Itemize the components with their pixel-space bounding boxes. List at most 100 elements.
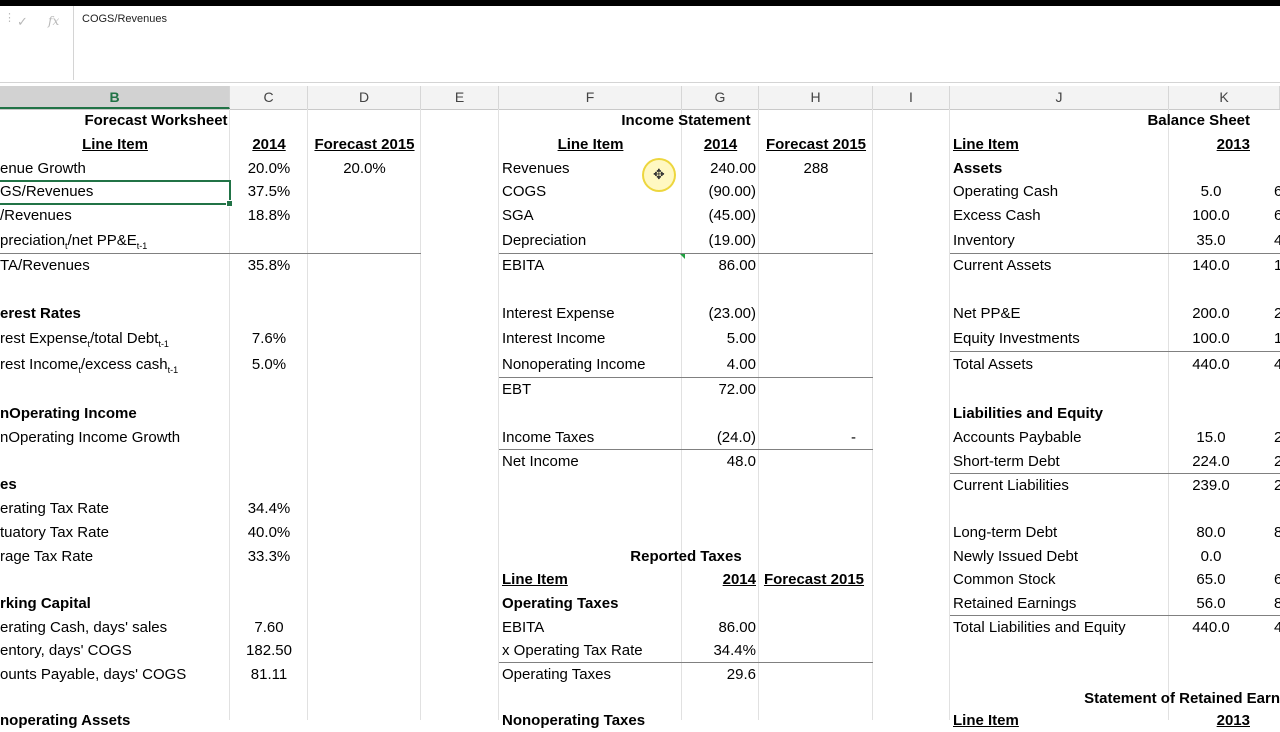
balance-common-stock-next: 6 [1274, 571, 1280, 588]
column-header-h[interactable]: H [759, 86, 873, 109]
balance-excess-cash-2013: 100.0 [1192, 207, 1230, 224]
balance-label-net-ppe: Net PP&E [953, 305, 1021, 322]
forecast-op-tax-rate-2014: 34.4% [247, 500, 291, 517]
forecast-inventory-days-2014: 182.50 [246, 642, 292, 659]
ii-sub-2: t-1 [167, 365, 179, 375]
balance-title: Balance Sheet [1147, 112, 1250, 129]
balance-hdr-line-item: Line Item [953, 136, 1019, 153]
balance-excess-cash-next: 6 [1274, 207, 1280, 224]
income-interest-income-2014: 5.00 [726, 330, 756, 347]
forecast-label-ap-days: ounts Payable, days' COGS [0, 666, 187, 683]
ii-text-a: rest Income [0, 356, 79, 373]
gridline [758, 109, 759, 720]
forecast-revenue-growth-2014: 20.0% [247, 160, 291, 177]
forecast-label-nonop-growth: nOperating Income Growth [0, 429, 181, 446]
balance-label-current-liabilities: Current Liabilities [953, 477, 1069, 494]
formula-input[interactable]: COGS/Revenues [73, 6, 1280, 80]
forecast-label-depreciation: preciationt/net PP&Et-1 [0, 229, 230, 252]
balance-label-newly-issued-debt: Newly Issued Debt [953, 548, 1079, 565]
column-header-e[interactable]: E [421, 86, 499, 109]
balance-label-common-stock: Common Stock [953, 571, 1056, 588]
insert-function-icon[interactable]: fx [48, 14, 59, 28]
dep-text-b: /net PP&E [67, 232, 137, 249]
reported-ebita-2014: 86.00 [718, 619, 756, 636]
income-interest-expense-2014: (23.00) [708, 305, 756, 322]
forecast-hdr-2015: Forecast 2015 [314, 136, 415, 153]
forecast-label-op-cash-days: erating Cash, days' sales [0, 619, 168, 636]
balance-long-term-debt-2013: 80.0 [1196, 524, 1226, 541]
income-depreciation-2014: (19.00) [708, 232, 756, 249]
forecast-average-tax-rate-2014: 33.3% [247, 548, 291, 565]
formula-bar-splitter[interactable]: ⋮ [4, 11, 15, 24]
reported-label-ebita: EBITA [502, 619, 545, 636]
balance-total-liabilities-equity-next: 4 [1274, 619, 1280, 636]
column-header-b[interactable]: B [0, 86, 230, 109]
forecast-section-taxes: es [0, 476, 17, 493]
active-cell-selection[interactable] [0, 180, 233, 207]
balance-net-ppe-2013: 200.0 [1192, 305, 1230, 322]
reported-hdr-line-item: Line Item [502, 571, 568, 588]
balance-label-accounts-payable: Accounts Paybable [953, 429, 1082, 446]
balance-equity-investments-2013: 100.0 [1192, 330, 1230, 347]
mouse-cursor-highlight: ✥ [642, 158, 676, 192]
reported-operating-taxes-2014: 29.6 [726, 666, 756, 683]
sre-hdr-2013: 2013 [1216, 712, 1250, 729]
balance-equity-investments-next: 1 [1274, 330, 1280, 347]
income-label-depreciation: Depreciation [502, 232, 587, 249]
forecast-hdr-2014: 2014 [252, 136, 286, 153]
column-header-c[interactable]: C [230, 86, 308, 109]
balance-common-stock-2013: 65.0 [1196, 571, 1226, 588]
column-headers: B C D E F G H I J K [0, 86, 1280, 110]
gridline [420, 109, 421, 720]
column-header-g[interactable]: G [682, 86, 759, 109]
reported-label-operating-taxes: Operating Taxes [502, 666, 611, 683]
balance-section-liabilities-equity: Liabilities and Equity [953, 405, 1104, 422]
balance-operating-cash-next: 6 [1274, 183, 1280, 200]
balance-label-total-assets: Total Assets [953, 356, 1034, 373]
forecast-op-cash-days-2014: 7.60 [254, 619, 284, 636]
column-header-k[interactable]: K [1169, 86, 1280, 109]
reported-hdr-2015: Forecast 2015 [763, 571, 865, 588]
dep-text-a: preciation [0, 232, 66, 249]
income-nonop-income-2014: 4.00 [726, 356, 756, 373]
income-ebita-2014: 86.00 [718, 257, 756, 274]
column-header-f[interactable]: F [499, 86, 682, 109]
sheet-grid[interactable]: Forecast Worksheet Line Item 2014 Foreca… [0, 109, 1280, 729]
ie-sub-2: t-1 [158, 339, 169, 349]
balance-label-operating-cash: Operating Cash [953, 183, 1059, 200]
sre-hdr-line-item: Line Item [953, 712, 1019, 729]
forecast-label-op-tax-rate: erating Tax Rate [0, 500, 109, 517]
forecast-ebita-revenues-2014: 35.8% [247, 257, 291, 274]
balance-total-liabilities-equity-2013: 440.0 [1192, 619, 1230, 636]
balance-hdr-2013: 2013 [1216, 136, 1250, 153]
income-label-nonop-income: Nonoperating Income [502, 356, 646, 373]
forecast-label-ebita-revenues: TA/Revenues [0, 257, 90, 274]
income-hdr-line-item: Line Item [557, 136, 624, 153]
income-label-taxes: Income Taxes [502, 429, 595, 446]
formula-bar: ⋮ ✓ fx COGS/Revenues [0, 6, 1280, 83]
column-header-j[interactable]: J [950, 86, 1169, 109]
balance-label-retained-earnings: Retained Earnings [953, 595, 1077, 612]
income-label-net-income: Net Income [502, 453, 579, 470]
column-header-d[interactable]: D [308, 86, 421, 109]
gridline [498, 109, 499, 720]
reported-op-tax-rate-2014: 34.4% [713, 642, 756, 659]
forecast-sga-revenues-2014: 18.8% [247, 207, 291, 224]
income-taxes-2015: - [851, 429, 856, 446]
column-header-i[interactable]: I [873, 86, 950, 109]
balance-current-assets-next: 1 [1274, 257, 1280, 274]
forecast-ap-days-2014: 81.11 [250, 666, 288, 683]
reported-taxes-title: Reported Taxes [630, 548, 742, 565]
balance-label-short-term-debt: Short-term Debt [953, 453, 1060, 470]
income-ebt-2014: 72.00 [718, 381, 756, 398]
balance-short-term-debt-2013: 224.0 [1192, 453, 1230, 470]
income-net-income-2014: 48.0 [726, 453, 756, 470]
enter-check-icon[interactable]: ✓ [17, 14, 28, 30]
forecast-interest-income-2014: 5.0% [251, 356, 287, 373]
forecast-cogs-revenues-2014: 37.5% [247, 183, 291, 200]
balance-label-total-liabilities-equity: Total Liabilities and Equity [953, 619, 1126, 636]
balance-short-term-debt-next: 2 [1274, 453, 1280, 470]
forecast-label-interest-expense: rest Expenset/total Debtt-1 [0, 327, 230, 350]
reported-hdr-2014: 2014 [722, 571, 756, 588]
ie-text-a: rest Expense [0, 330, 88, 347]
